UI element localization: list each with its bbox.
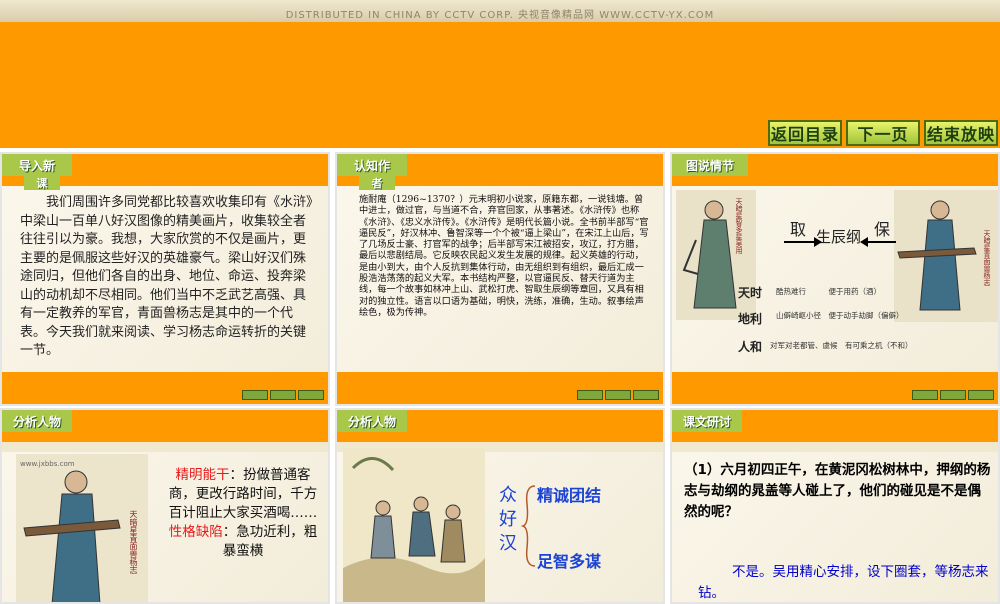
author-paragraph: 施耐庵（1296~1370？）元末明初小说家，原籍东都，一说钱塘。曾中进士，做过… <box>359 194 649 318</box>
slide-thumbnail-text-study[interactable]: 课文研讨 （1）六月初四正午，在黄泥冈松树林中，押纲的杨志与劫纲的晁盖等人碰上了… <box>670 408 1000 604</box>
slide-thumbnail-character-heroes[interactable]: 分析人物 众好汉 精诚团结 足智多谋 <box>335 408 665 604</box>
study-answer: 不是。吴用精心安排，设下圈套，等杨志来钻。 <box>698 564 989 601</box>
slide-tag: 分析人物 <box>2 410 72 432</box>
mini-nav-next[interactable] <box>270 390 296 400</box>
back-to-contents-button[interactable]: 返回目录 <box>768 120 842 146</box>
plot-arrows <box>784 237 896 247</box>
yang-zhi-portrait: 天暗星青面兽杨志 <box>894 190 998 322</box>
slide-tag-cont: 课 <box>24 176 60 190</box>
slide-tag-cont: 者 <box>359 176 395 190</box>
trait-unity: 精诚团结 <box>537 486 602 505</box>
mini-nav-end[interactable] <box>298 390 324 400</box>
slide-tag: 分析人物 <box>337 410 407 432</box>
next-page-button[interactable]: 下一页 <box>846 120 920 146</box>
intro-paragraph: 我们周围许多同党都比较喜欢收集印有《水浒》中梁山一百单八好汉图像的精美画片，收集… <box>20 195 313 358</box>
mini-nav-back[interactable] <box>912 390 938 400</box>
slide-thumbnail-intro[interactable]: 导入新 课 我们周围许多同党都比较喜欢收集印有《水浒》中梁山一百单八好汉图像的精… <box>0 152 330 406</box>
wu-yong-seal: 天暗星智多星吴用 <box>735 198 743 254</box>
character-analysis: 精明能干：扮做普通客商，更改行路时间，千方百计阻止大家买酒喝…… 性格缺陷：急功… <box>168 466 318 561</box>
yang-zhi-seal-large: 天暗星青面兽杨志 <box>129 510 138 574</box>
mini-nav-back[interactable] <box>242 390 268 400</box>
timing-desc: 酷热难行 便于用药（酒） <box>776 287 881 296</box>
slide-thumbnail-character-yang[interactable]: 分析人物 www.jxbbs.com 天暗星青面兽杨志 精明能干：扮做普通客商，… <box>0 408 330 604</box>
mini-nav <box>912 390 994 400</box>
mini-nav-end[interactable] <box>633 390 659 400</box>
yang-zhi-portrait-large: www.jxbbs.com 天暗星青面兽杨志 <box>16 454 148 602</box>
slide-strip <box>2 442 328 452</box>
slide-tag: 图说情节 <box>672 154 748 176</box>
mini-nav-back[interactable] <box>577 390 603 400</box>
mini-nav-end[interactable] <box>968 390 994 400</box>
mini-nav-next[interactable] <box>940 390 966 400</box>
terrain-desc: 山僻崎岖小径 便于动手劫脚（偏僻） <box>776 311 904 320</box>
terrain-label: 地利 <box>738 312 763 326</box>
yang-zhi-seal: 天暗星青面兽杨志 <box>983 230 991 286</box>
trait-wisdom: 足智多谋 <box>537 552 602 571</box>
slide-tag: 课文研讨 <box>672 410 742 432</box>
heroes-painting <box>343 448 485 602</box>
strength-label: 精明能干 <box>175 467 230 483</box>
slide-thumbnail-author[interactable]: 认知作 者 施耐庵（1296~1370？）元末明初小说家，原籍东都，一说钱塘。曾… <box>335 152 665 406</box>
slide-tag: 认知作 <box>337 154 407 176</box>
timing-label: 天时 <box>738 286 763 300</box>
watermark-text: www.jxbbs.com <box>20 460 75 468</box>
harmony-label: 人和 <box>738 340 763 354</box>
slide-thumbnail-plot[interactable]: 图说情节 天暗星智多星吴用 天暗星青面兽杨志 取 生辰纲 保 天时 酷热难行 便… <box>670 152 1000 406</box>
mini-nav <box>242 390 324 400</box>
header-banner: DISTRIBUTED IN CHINA BY CCTV CORP. 央视音像精… <box>0 0 1000 22</box>
heroes-subject: 众好汉 <box>499 485 517 554</box>
weakness-label: 性格缺陷 <box>168 524 223 540</box>
slide-tag: 导入新 <box>2 154 72 176</box>
study-question: （1）六月初四正午，在黄泥冈松树林中，押纲的杨志与劫纲的晁盖等人碰上了，他们的碰… <box>684 462 991 520</box>
mini-nav-next[interactable] <box>605 390 631 400</box>
mini-nav <box>577 390 659 400</box>
brace-icon <box>521 485 536 567</box>
weakness-text: ：急功近利，粗暴蛮横 <box>222 524 318 559</box>
harmony-desc: 对军对老都管、虞候 有可乘之机（不和） <box>770 341 913 350</box>
end-show-button[interactable]: 结束放映 <box>924 120 998 146</box>
slide-strip <box>672 442 998 452</box>
header-credit: DISTRIBUTED IN CHINA BY CCTV CORP. 央视音像精… <box>285 10 715 21</box>
